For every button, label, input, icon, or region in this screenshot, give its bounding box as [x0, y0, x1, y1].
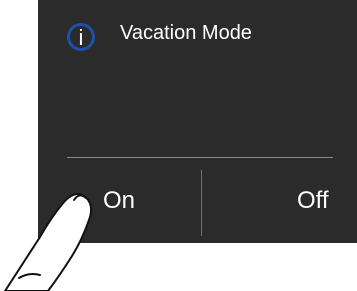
- off-button[interactable]: Off: [202, 158, 357, 243]
- screen: i Vacation Mode On Off: [0, 0, 357, 291]
- info-icon: i: [67, 23, 95, 51]
- dialog-title: Vacation Mode: [120, 22, 252, 44]
- on-button[interactable]: On: [38, 158, 201, 243]
- vacation-mode-dialog: i Vacation Mode On Off: [38, 0, 357, 243]
- on-button-label: On: [103, 187, 136, 214]
- off-button-label: Off: [297, 187, 329, 214]
